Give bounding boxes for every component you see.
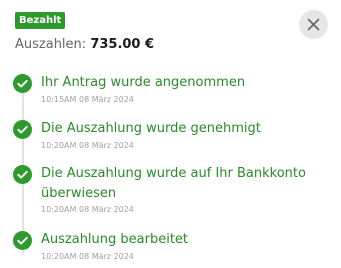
payout-status-panel: Bezahlt Auszahlen: 735.00 € Ihr Antrag w… <box>0 0 341 268</box>
check-circle-icon <box>13 231 32 250</box>
step-time: 10:20AM 08 März 2024 <box>41 252 134 261</box>
status-timeline: Ihr Antrag wurde angenommen 10:15AM 08 M… <box>0 0 341 268</box>
check-circle-icon <box>13 120 32 139</box>
step-title: Die Auszahlung wurde genehmigt <box>41 121 261 136</box>
step-title: Die Auszahlung wurde auf Ihr Bankkonto ü… <box>41 166 306 201</box>
check-circle-icon <box>13 165 32 184</box>
step-time: 10:15AM 08 März 2024 <box>41 95 134 104</box>
step-title: Auszahlung bearbeitet <box>41 232 189 247</box>
step-time: 10:20AM 08 März 2024 <box>41 205 134 214</box>
step-time: 10:20AM 08 März 2024 <box>41 141 134 150</box>
check-circle-icon <box>13 74 32 93</box>
step-title: Ihr Antrag wurde angenommen <box>41 75 246 90</box>
